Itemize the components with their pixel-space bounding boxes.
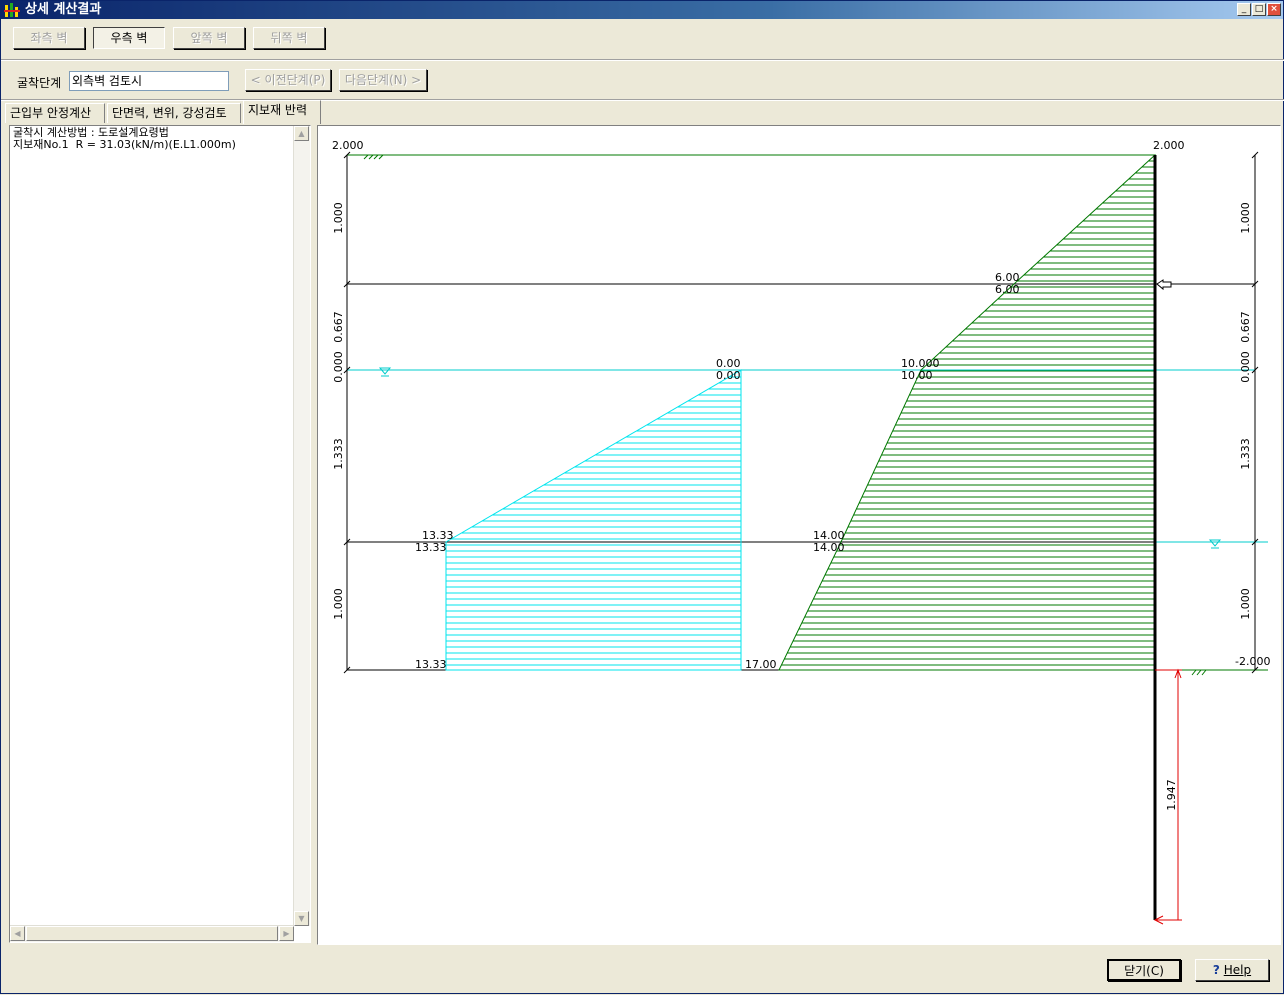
dimension-label: 1.000 [1239, 202, 1252, 234]
earth-pressure-label: 6.00 [995, 283, 1020, 296]
help-icon: ? [1212, 963, 1220, 977]
scroll-left-icon[interactable]: ◀ [10, 926, 25, 941]
right-wall-button[interactable]: 우측 벽 [93, 27, 165, 49]
left-wall-button[interactable]: 좌측 벽 [13, 27, 85, 49]
dimension-label: 1.000 [332, 202, 345, 234]
dimension-label: 0.000 [332, 351, 345, 383]
tab-section-force[interactable]: 단면력, 변위, 강성검토 [107, 103, 241, 123]
close-icon[interactable]: × [1267, 3, 1281, 16]
front-wall-button[interactable]: 앞쪽 벽 [173, 27, 245, 49]
separator [1, 99, 1284, 101]
water-pressure-label: 13.33 [415, 541, 447, 554]
ground-hatch-icon [1191, 669, 1207, 676]
elevation-label: 2.000 [332, 139, 364, 152]
maximize-icon[interactable]: □ [1252, 3, 1266, 16]
help-label: Help [1223, 963, 1252, 977]
help-button[interactable]: ? Help [1195, 959, 1269, 981]
water-level-icon [1208, 539, 1222, 549]
water-level-icon [378, 367, 392, 377]
water-pressure-label: 0.00 [716, 369, 741, 382]
scroll-up-icon[interactable]: ▲ [294, 126, 309, 141]
next-stage-button[interactable]: 다음단계(N) > [339, 69, 427, 91]
water-pressure-label: 13.33 [415, 658, 447, 671]
elevation-label: 2.000 [1153, 139, 1185, 152]
prev-stage-button[interactable]: < 이전단계(P) [245, 69, 331, 91]
earth-pressure-label: 17.00 [745, 658, 777, 671]
back-wall-button[interactable]: 뒤쪽 벽 [253, 27, 325, 49]
report-line: 지보재No.1 R = 31.03(kN/m)(E.L1.000m) [13, 138, 236, 151]
tab-embedment-stability[interactable]: 근입부 안정계산 [5, 103, 105, 123]
scroll-right-icon[interactable]: ▶ [279, 926, 294, 941]
minimize-icon[interactable]: _ [1237, 3, 1251, 16]
stage-field[interactable]: 외측벽 검토시 [69, 71, 229, 91]
stage-label: 굴착단계 [17, 76, 62, 90]
window-title: 상세 계산결과 [25, 2, 102, 17]
scroll-thumb[interactable] [26, 926, 278, 941]
earth-pressure-label: 14.00 [813, 541, 845, 554]
dimension-label: 1.000 [1239, 588, 1252, 620]
horizontal-scrollbar[interactable]: ◀ ▶ [10, 925, 294, 942]
dimension-label: 0.667 [332, 311, 345, 343]
vertical-scrollbar[interactable]: ▲ ▼ [293, 126, 310, 926]
title-bar: 상세 계산결과 _ □ × [1, 1, 1283, 19]
diagram-panel: 2.000 2.000 -2.000 1.000 0.667 0.000 1.3… [317, 125, 1281, 945]
support-reaction-diagram: 2.000 2.000 -2.000 1.000 0.667 0.000 1.3… [332, 139, 1270, 925]
app-window: 상세 계산결과 _ □ × 좌측 벽 우측 벽 앞쪽 벽 뒤쪽 벽 굴착단계 외… [0, 0, 1284, 994]
scroll-down-icon[interactable]: ▼ [294, 911, 309, 926]
dimension-label: 1.333 [332, 438, 345, 470]
dimension-label: 1.333 [1239, 438, 1252, 470]
footer-bar: 닫기(C) ? Help [1, 949, 1284, 995]
separator [1, 59, 1284, 61]
ground-hatch-icon [363, 154, 384, 160]
close-button[interactable]: 닫기(C) [1107, 959, 1181, 981]
tab-support-reaction[interactable]: 지보재 반력 [243, 100, 321, 124]
support-arrow-icon [1156, 279, 1172, 291]
dimension-label: 1.000 [332, 588, 345, 620]
dimension-label: 0.667 [1239, 311, 1252, 343]
water-pressure-area [445, 369, 742, 671]
embedment-depth-label: 1.947 [1165, 779, 1178, 811]
earth-pressure-area [778, 153, 1156, 671]
dimension-label: 0.000 [1239, 351, 1252, 383]
report-text: 굴착시 계산방법 : 도로설계요령법 지보재No.1 R = 31.03(kN/m… [13, 127, 236, 151]
elevation-label: -2.000 [1235, 655, 1270, 668]
earth-pressure-label: 10.00 [901, 369, 933, 382]
report-panel: 굴착시 계산방법 : 도로설계요령법 지보재No.1 R = 31.03(kN/m… [9, 125, 311, 943]
app-icon [4, 3, 20, 17]
